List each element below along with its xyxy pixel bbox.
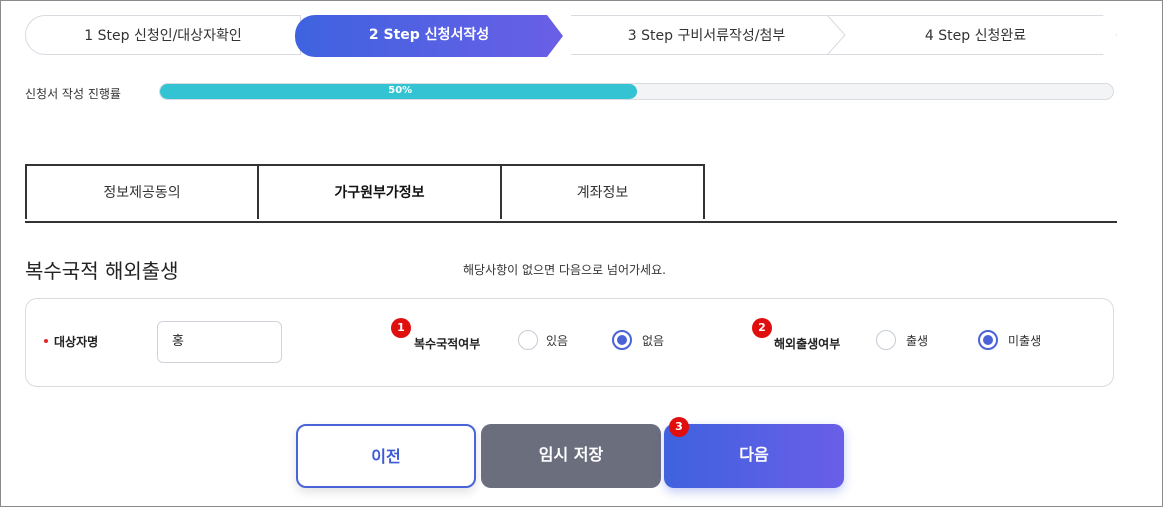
callout-badge-1: 1 (391, 318, 411, 338)
step-2-label: 2 Step 신청서작성 (368, 27, 490, 43)
step-indicator: 1 Step 신청인/대상자확인 3 Step 구비서류작성/첨부 4 Step… (25, 15, 1117, 57)
step-1-label: 1 Step 신청인/대상자확인 (84, 28, 242, 44)
tab-household-info[interactable]: 가구원부가정보 (257, 164, 502, 219)
prev-button[interactable]: 이전 (296, 424, 476, 488)
progress-percent-text: 50% (388, 85, 413, 96)
tab-account[interactable]: 계좌정보 (500, 164, 705, 219)
next-button[interactable]: 다음 (664, 424, 844, 488)
tab-household-info-label: 가구원부가정보 (334, 185, 425, 201)
dual-nationality-card: 대상자명 홍 1 복수국적여부 있음 없음 2 해외출생여부 출생 미출생 (25, 298, 1114, 387)
dual-nationality-label: 복수국적여부 (414, 337, 481, 351)
section-notice: 해당사항이 없으면 다음으로 넘어가세요. (463, 263, 666, 277)
step-4: 4 Step 신청완료 (835, 15, 1117, 55)
step-3-chevron-icon (826, 15, 846, 55)
step-2-active: 2 Step 신청서작성 (295, 15, 563, 57)
progress-label: 신청서 작성 진행률 (25, 87, 121, 101)
radio-birth-no[interactable] (978, 330, 998, 350)
temp-save-button[interactable]: 임시 저장 (481, 424, 661, 488)
radio-dual-yes-label: 있음 (546, 334, 569, 348)
form-tabs: 정보제공동의 계좌정보 가구원부가정보 (25, 164, 1117, 223)
tab-consent-label: 정보제공동의 (103, 185, 181, 201)
step-3-label: 3 Step 구비서류작성/첨부 (627, 28, 786, 44)
step-1: 1 Step 신청인/대상자확인 (25, 15, 301, 55)
tab-account-label: 계좌정보 (576, 185, 629, 201)
step-4-label: 4 Step 신청완료 (924, 28, 1027, 44)
callout-badge-2: 2 (752, 318, 772, 338)
radio-dual-yes[interactable] (518, 330, 538, 350)
radio-dual-no[interactable] (612, 330, 632, 350)
step-3: 3 Step 구비서류작성/첨부 (571, 15, 843, 55)
name-label: 대상자명 (54, 335, 99, 349)
radio-birth-no-label: 미출생 (1008, 334, 1042, 348)
required-marker (44, 339, 48, 343)
section-title: 복수국적 해외출생 (25, 259, 179, 283)
tab-consent[interactable]: 정보제공동의 (25, 164, 259, 219)
radio-birth-yes[interactable] (876, 330, 896, 350)
name-input[interactable]: 홍 (157, 321, 282, 363)
radio-dual-no-label: 없음 (642, 334, 665, 348)
overseas-birth-label: 해외출생여부 (774, 337, 841, 351)
callout-badge-3: 3 (669, 417, 689, 437)
application-window: 1 Step 신청인/대상자확인 3 Step 구비서류작성/첨부 4 Step… (0, 0, 1163, 507)
progress-bar: 50% (159, 83, 1114, 100)
radio-birth-yes-label: 출생 (906, 334, 929, 348)
